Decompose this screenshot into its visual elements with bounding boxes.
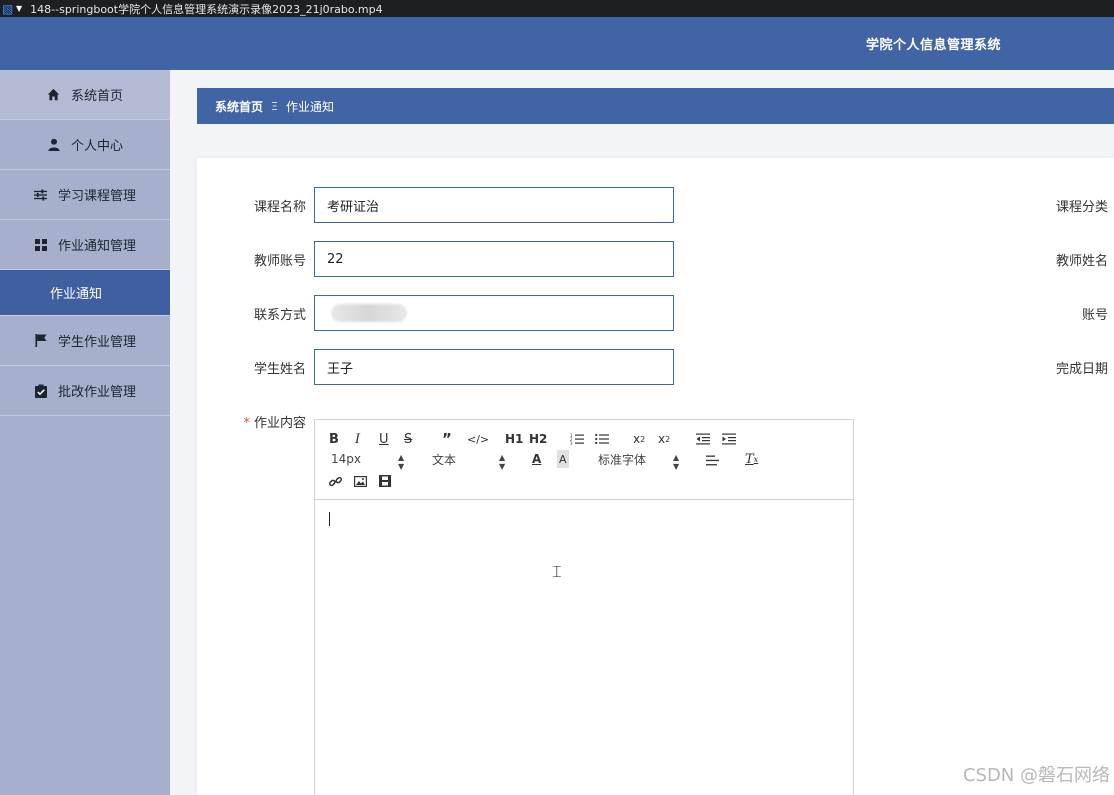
content-label-wrap: * 作业内容 <box>224 412 306 431</box>
redacted-value <box>331 304 407 322</box>
student-name-input[interactable]: 王子 <box>314 349 674 385</box>
form-card: 课程名称 考研证治 课程分类 教师账号 22 教师姓名 联系方式 账号 学生姓名… <box>197 158 1114 795</box>
outdent-icon[interactable] <box>696 430 710 448</box>
home-icon <box>47 88 61 102</box>
sidebar-item-label: 系统首页 <box>70 89 123 104</box>
content-label: 作业内容 <box>253 416 306 431</box>
flag-icon <box>34 334 48 348</box>
ordered-list-icon[interactable]: 123 <box>570 430 584 448</box>
contact-label: 联系方式 <box>253 308 306 323</box>
clipboard-check-icon <box>34 384 48 398</box>
ibeam-cursor-icon: ⌶ <box>552 562 562 581</box>
watermark: CSDN @磐石网络 <box>962 765 1110 786</box>
font-size-select[interactable]: 14px <box>331 450 361 468</box>
font-color-icon[interactable]: A <box>532 450 541 468</box>
student-name-label: 学生姓名 <box>253 362 306 377</box>
sidebar-item-grading[interactable]: 批改作业管理 <box>0 366 170 416</box>
sidebar-item-home[interactable]: 系统首页 <box>0 70 170 120</box>
sidebar-item-label: 作业通知管理 <box>57 239 136 254</box>
code-block-icon[interactable]: </> <box>467 430 489 448</box>
user-icon <box>47 138 61 152</box>
chevron-down-icon[interactable]: ▼ <box>16 4 22 13</box>
bold-icon[interactable]: B <box>329 430 339 448</box>
sidebar-item-label: 学习课程管理 <box>57 189 136 204</box>
sidebar-item-courses[interactable]: 学习课程管理 <box>0 170 170 220</box>
breadcrumb-home[interactable]: 系统首页 <box>215 98 263 115</box>
paragraph-caret-icon: ▲ ▼ <box>499 453 506 471</box>
sidebar-item-homework-notice-mgmt[interactable]: 作业通知管理 <box>0 220 170 270</box>
image-icon[interactable] <box>354 472 367 490</box>
rich-text-editor: B I U S ” </> H1 H2 123 x2 x2 14px ▲ ▼ 文… <box>314 419 854 795</box>
background-color-icon[interactable]: A <box>557 450 569 468</box>
paragraph-select[interactable]: 文本 <box>432 450 456 468</box>
window-icon: ▧ <box>2 1 14 16</box>
underline-icon[interactable]: U <box>379 430 389 448</box>
course-name-input[interactable]: 考研证治 <box>314 187 674 223</box>
teacher-account-label: 教师账号 <box>253 254 306 269</box>
font-family-select[interactable]: 标准字体 <box>598 450 646 468</box>
teacher-name-label: 教师姓名 <box>1055 254 1108 269</box>
sidebar-item-label: 个人中心 <box>70 139 123 154</box>
h1-icon[interactable]: H1 <box>505 430 523 448</box>
indent-icon[interactable] <box>722 430 736 448</box>
sidebar: 系统首页 个人中心 学习课程管理 作业通知管理 作业通知 学生作业管理 批改作业… <box>0 70 170 795</box>
h2-icon[interactable]: H2 <box>529 430 547 448</box>
editor-toolbar: B I U S ” </> H1 H2 123 x2 x2 14px ▲ ▼ 文… <box>315 420 853 500</box>
sidebar-item-profile[interactable]: 个人中心 <box>0 120 170 170</box>
strike-icon[interactable]: S <box>404 430 412 448</box>
required-mark: * <box>243 416 250 431</box>
sidebar-item-homework-notice[interactable]: 作业通知 <box>0 270 170 316</box>
video-icon[interactable] <box>379 472 391 490</box>
video-title-bar: ▧ ▼ 148--springboot学院个人信息管理系统演示录像2023_21… <box>0 0 1114 17</box>
complete-date-label: 完成日期 <box>1055 362 1108 377</box>
main-content: 系统首页 Ξ 作业通知 课程名称 考研证治 课程分类 教师账号 22 教师姓名 … <box>170 70 1114 795</box>
sidebar-item-student-homework[interactable]: 学生作业管理 <box>0 316 170 366</box>
sidebar-item-label: 作业通知 <box>50 287 103 302</box>
bullet-list-icon[interactable] <box>595 430 609 448</box>
sidebar-item-label: 批改作业管理 <box>57 385 136 400</box>
superscript-icon[interactable]: x2 <box>658 430 670 448</box>
blockquote-icon[interactable]: ” <box>442 430 452 448</box>
app-title: 学院个人信息管理系统 <box>866 38 1002 53</box>
breadcrumb-current: 作业通知 <box>285 99 334 114</box>
course-name-label: 课程名称 <box>253 200 306 215</box>
video-title: 148--springboot学院个人信息管理系统演示录像2023_21j0ra… <box>30 2 383 16</box>
svg-text:3: 3 <box>570 441 573 445</box>
grid-icon <box>34 238 48 252</box>
font-family-caret-icon: ▲ ▼ <box>673 453 680 471</box>
student-name-value: 王子 <box>327 361 354 377</box>
breadcrumb-separator: Ξ <box>271 99 278 113</box>
course-category-label: 课程分类 <box>1055 200 1108 215</box>
text-caret <box>329 512 330 526</box>
teacher-account-value: 22 <box>327 251 344 267</box>
editor-content-area[interactable]: ⌶ <box>315 500 853 795</box>
font-size-caret-icon: ▲ ▼ <box>398 453 405 471</box>
sliders-icon <box>34 188 48 202</box>
link-icon[interactable] <box>329 472 342 490</box>
account-label: 账号 <box>1081 308 1108 323</box>
contact-input[interactable] <box>314 295 674 331</box>
course-name-value: 考研证治 <box>327 199 380 215</box>
sidebar-item-label: 学生作业管理 <box>57 335 136 350</box>
top-header: 学院个人信息管理系统 <box>0 17 1114 70</box>
align-icon[interactable] <box>706 451 719 469</box>
breadcrumb: 系统首页 Ξ 作业通知 <box>197 88 1114 124</box>
clear-format-icon[interactable]: Tx <box>745 450 758 468</box>
italic-icon[interactable]: I <box>355 430 360 448</box>
teacher-account-input[interactable]: 22 <box>314 241 674 277</box>
subscript-icon[interactable]: x2 <box>633 430 645 448</box>
